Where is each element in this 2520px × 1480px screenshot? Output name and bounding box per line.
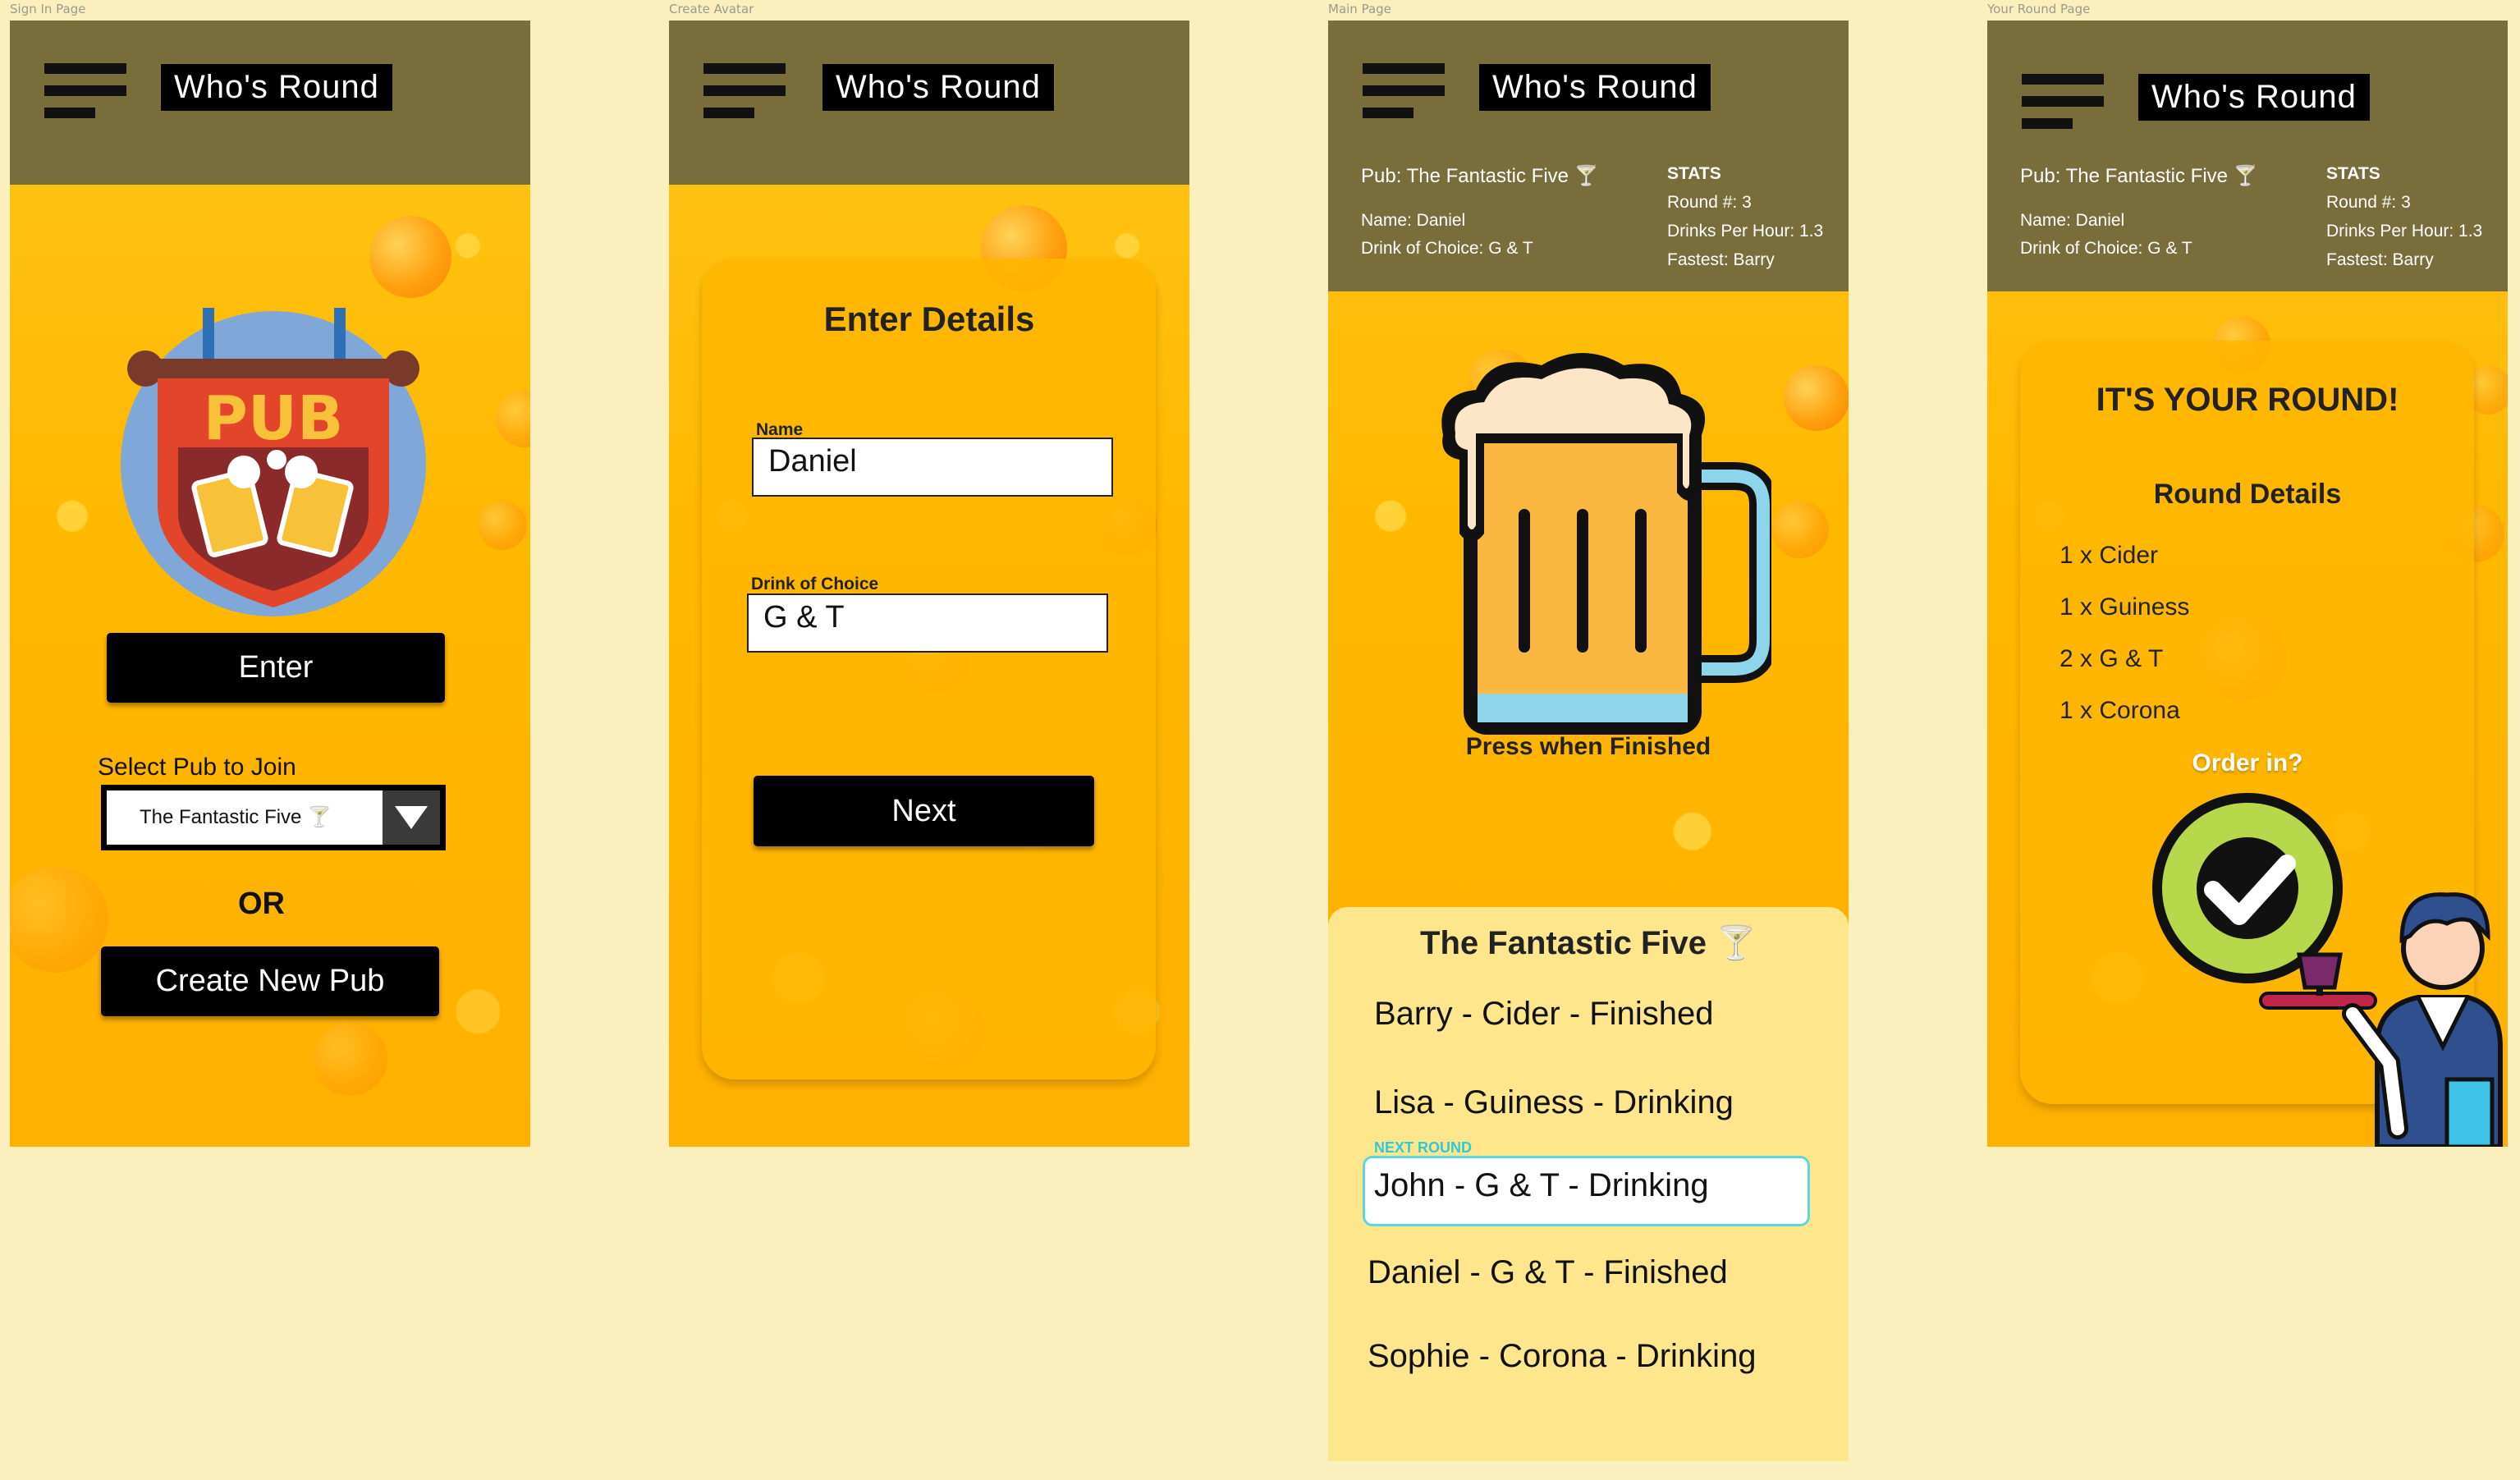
- hamburger-menu-icon[interactable]: [44, 63, 126, 119]
- next-button[interactable]: Next: [754, 776, 1094, 846]
- enter-button[interactable]: Enter: [107, 633, 445, 703]
- round-headline: IT'S YOUR ROUND!: [2096, 382, 2399, 418]
- drink-field[interactable]: G & T: [747, 593, 1108, 653]
- pub-roster-panel: The Fantastic Five 🍸 Barry - Cider - Fin…: [1328, 907, 1849, 1461]
- order-in-label: Order in?: [2192, 749, 2303, 777]
- frame-label-main: Main Page: [1328, 2, 1391, 16]
- app-title: Who's Round: [1479, 64, 1711, 111]
- user-drink: Drink of Choice: G & T: [2020, 239, 2192, 258]
- roster-member-row[interactable]: Lisa - Guiness - Drinking: [1374, 1084, 1734, 1121]
- app-title: Who's Round: [161, 64, 392, 111]
- your-round-frame: Who's Round Pub: The Fantastic Five 🍸 Na…: [1987, 21, 2508, 1147]
- app-header: Who's Round: [669, 21, 1189, 185]
- roster-title: The Fantastic Five 🍸: [1420, 925, 1757, 961]
- round-number: Round #: 3: [2326, 193, 2411, 212]
- roster-member-row[interactable]: John - G & T - Drinking: [1374, 1167, 1709, 1204]
- pub-sign-icon: PUB: [121, 308, 426, 616]
- roster-member-row[interactable]: Sophie - Corona - Drinking: [1368, 1338, 1757, 1375]
- round-item: 1 x Guiness: [2060, 593, 2190, 621]
- stats-title: STATS: [2326, 164, 2380, 183]
- pub-info: Pub: The Fantastic Five 🍸: [2020, 165, 2258, 187]
- roster-member-row[interactable]: Barry - Cider - Finished: [1374, 996, 1713, 1033]
- pub-select-value: The Fantastic Five 🍸: [140, 806, 332, 828]
- pub-select[interactable]: The Fantastic Five 🍸: [101, 785, 446, 850]
- create-avatar-frame: Who's Round Enter Details Name Daniel Dr…: [669, 21, 1189, 1147]
- user-drink: Drink of Choice: G & T: [1361, 239, 1533, 258]
- app-title: Who's Round: [2138, 74, 2370, 121]
- sign-in-frame: Who's Round PUB Enter Select Pub to Join…: [10, 21, 530, 1147]
- app-title: Who's Round: [822, 64, 1054, 111]
- round-item: 1 x Cider: [2060, 542, 2159, 569]
- round-number: Round #: 3: [1667, 193, 1752, 212]
- dropdown-arrow-icon[interactable]: [383, 790, 440, 845]
- roster-member-row[interactable]: Daniel - G & T - Finished: [1368, 1254, 1728, 1291]
- hamburger-menu-icon[interactable]: [1363, 63, 1445, 119]
- name-field[interactable]: Daniel: [752, 438, 1113, 497]
- app-header: Who's Round Pub: The Fantastic Five 🍸 Na…: [1987, 21, 2508, 291]
- round-item: 1 x Corona: [2060, 697, 2180, 724]
- user-name: Name: Daniel: [2020, 211, 2125, 230]
- next-round-tag: NEXT ROUND: [1374, 1139, 1473, 1156]
- round-details-title: Round Details: [2153, 479, 2342, 510]
- create-pub-button[interactable]: Create New Pub: [101, 946, 439, 1016]
- frame-label-your-round: Your Round Page: [1987, 2, 2091, 16]
- drinks-per-hour: Drinks Per Hour: 1.3: [1667, 222, 1824, 241]
- app-header: Who's Round: [10, 21, 530, 185]
- fastest-drinker: Fastest: Barry: [1667, 250, 1775, 269]
- user-name: Name: Daniel: [1361, 211, 1466, 230]
- select-pub-label: Select Pub to Join: [98, 754, 296, 781]
- frame-label-create-avatar: Create Avatar: [669, 2, 754, 16]
- drinks-per-hour: Drinks Per Hour: 1.3: [2326, 222, 2483, 241]
- beer-mug-icon[interactable]: [1427, 345, 1771, 755]
- app-header: Who's Round Pub: The Fantastic Five 🍸 Na…: [1328, 21, 1849, 291]
- frame-label-sign-in: Sign In Page: [10, 2, 86, 16]
- or-divider: OR: [238, 887, 285, 921]
- fastest-drinker: Fastest: Barry: [2326, 250, 2434, 269]
- hamburger-menu-icon[interactable]: [2022, 74, 2104, 130]
- pub-info: Pub: The Fantastic Five 🍸: [1361, 165, 1599, 187]
- pub-sign-text: PUB: [204, 383, 344, 454]
- stats-title: STATS: [1667, 164, 1721, 183]
- drink-label: Drink of Choice: [751, 575, 879, 593]
- press-finished-label: Press when Finished: [1465, 733, 1711, 760]
- hamburger-menu-icon[interactable]: [703, 63, 786, 119]
- card-title: Enter Details: [823, 300, 1035, 338]
- details-card: [702, 259, 1156, 1079]
- waiter-icon: [2259, 892, 2503, 1147]
- round-item: 2 x G & T: [2060, 645, 2164, 672]
